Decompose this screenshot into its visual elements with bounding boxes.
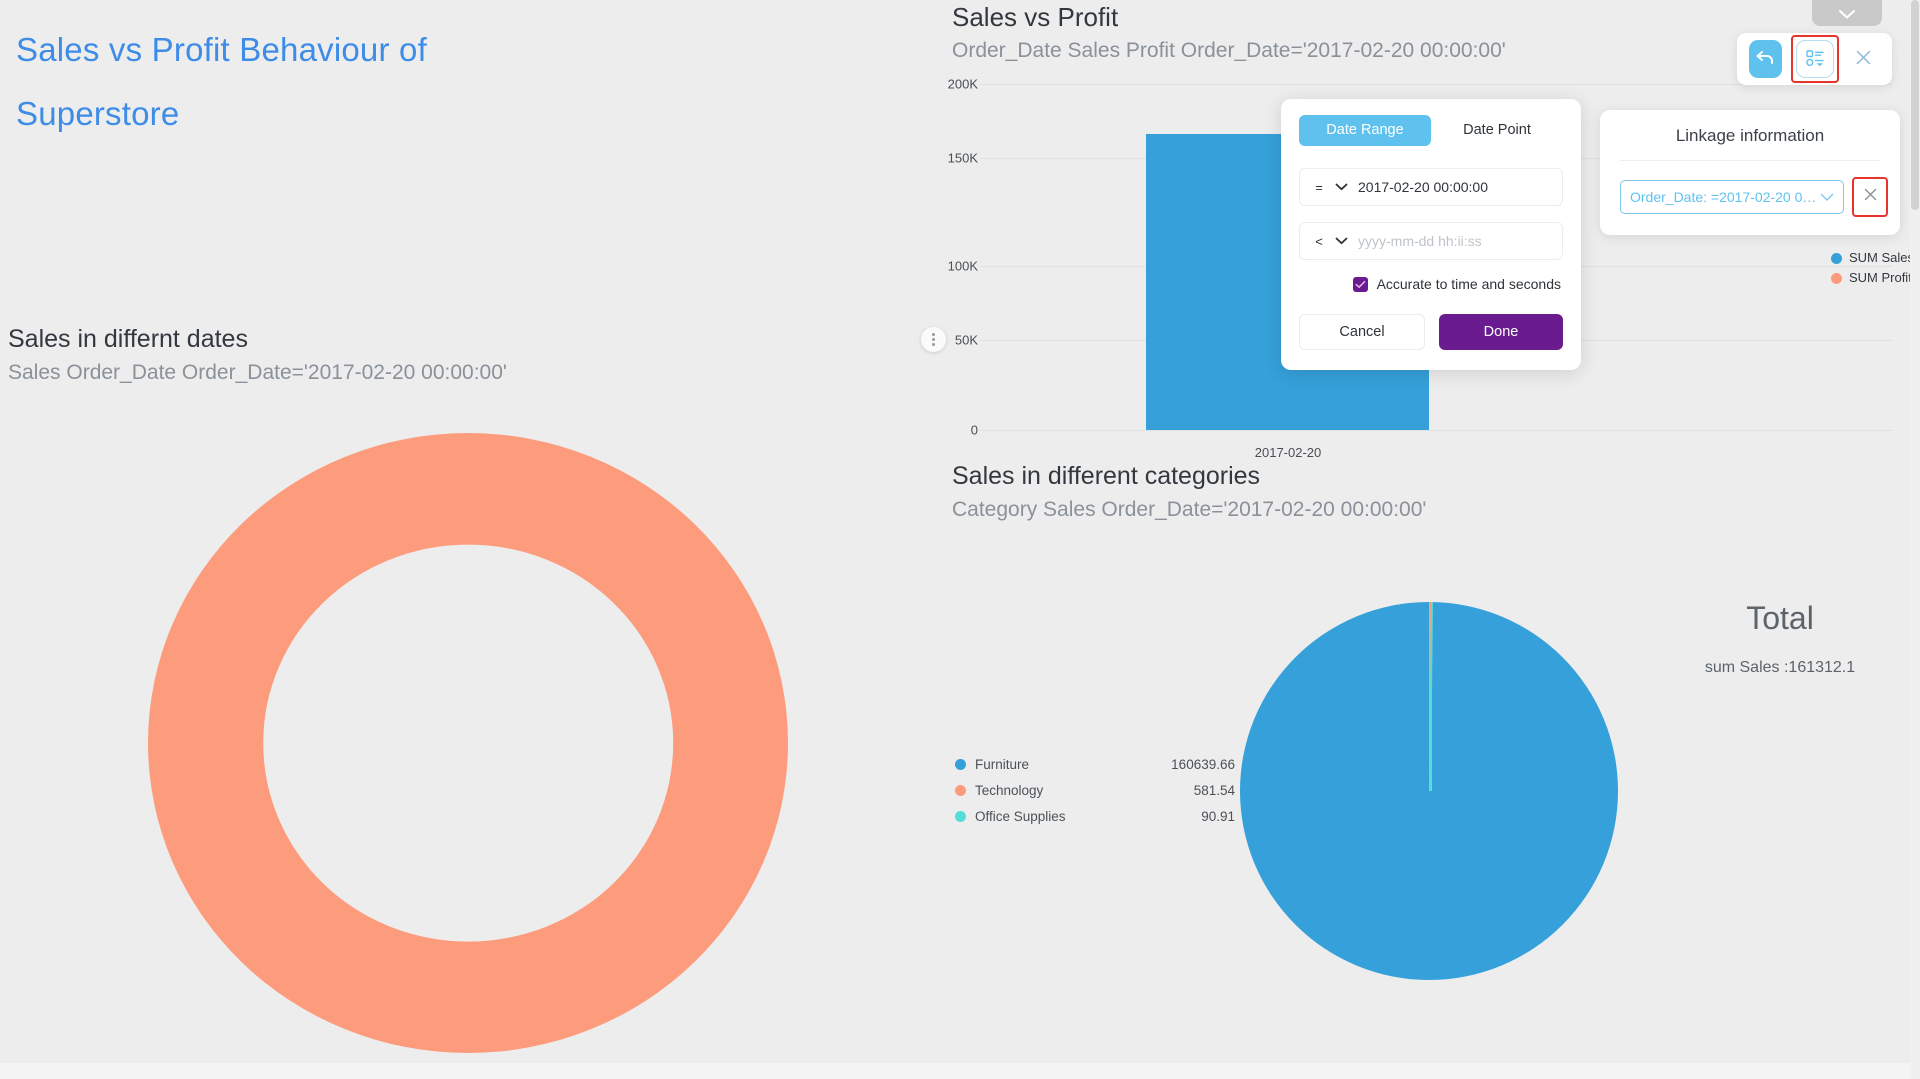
dot	[932, 338, 935, 341]
chevron-down-icon	[1820, 189, 1834, 205]
chevron-down-icon[interactable]	[1330, 183, 1352, 191]
linkage-settings-highlight	[1790, 35, 1839, 83]
legend-item-office-supplies[interactable]: Office Supplies 90.91	[955, 809, 1235, 824]
y-tick-label: 50K	[954, 332, 978, 348]
legend-value-furniture: 160639.66	[1171, 757, 1235, 772]
y-tick-label: 200K	[947, 76, 978, 92]
linkage-filter-row[interactable]: Order_Date: =2017-02-20 00:00:...	[1600, 161, 1900, 217]
tab-date-point[interactable]: Date Point	[1431, 115, 1563, 146]
legend-swatch-furniture	[955, 759, 966, 770]
bar-chart-legend[interactable]: SUM Sales SUM Profit	[1830, 248, 1914, 288]
legend-label-office-supplies: Office Supplies	[975, 809, 1066, 824]
y-tick-label: 150K	[947, 150, 978, 166]
linkage-remove-button[interactable]	[1857, 182, 1883, 212]
panel-sales-in-different-dates[interactable]: Sales in differnt dates Sales Order_Date…	[0, 325, 940, 1065]
linkage-settings-icon	[1805, 48, 1825, 71]
legend-swatch-sum-sales	[1830, 252, 1842, 264]
legend-item-furniture[interactable]: Furniture 160639.66	[955, 757, 1235, 772]
cancel-button[interactable]: Cancel	[1299, 314, 1425, 350]
bar-panel-title: Sales vs Profit	[952, 2, 1119, 32]
pie-chart[interactable]	[1240, 601, 1618, 980]
page-scrollbar[interactable]	[1910, 0, 1920, 1079]
linkage-filter-label: Order_Date: =2017-02-20 00:00:...	[1630, 189, 1820, 205]
panel-drag-handle[interactable]	[921, 327, 946, 352]
page-title: Sales vs Profit Behaviour of Superstore	[16, 31, 427, 133]
y-tick-label: 100K	[947, 258, 978, 274]
undo-arrow-icon	[1754, 48, 1776, 71]
accurate-to-seconds-row[interactable]: Accurate to time and seconds	[1299, 276, 1561, 292]
bottom-strip	[0, 1063, 1920, 1079]
chevron-down-icon[interactable]	[1330, 237, 1352, 245]
operator-label-2: <	[1315, 233, 1323, 249]
date-value-input-1[interactable]	[1352, 179, 1554, 195]
tab-date-range[interactable]: Date Range	[1299, 115, 1431, 146]
scrollbar-thumb[interactable]	[1911, 0, 1919, 210]
done-button[interactable]: Done	[1439, 314, 1563, 350]
legend-label-furniture: Furniture	[975, 757, 1030, 772]
date-dialog-tabs[interactable]: Date Range Date Point	[1299, 115, 1563, 146]
legend-label-sum-sales: SUM Sales	[1848, 250, 1914, 265]
dot	[932, 333, 935, 336]
date-condition-row-1[interactable]: =	[1299, 168, 1563, 206]
total-value: sum Sales :161312.1	[1704, 659, 1856, 676]
legend-label-technology: Technology	[975, 783, 1044, 798]
accurate-to-seconds-checkbox[interactable]	[1352, 276, 1368, 292]
donut-panel-title: Sales in differnt dates	[8, 325, 248, 353]
donut-panel-subtitle: Sales Order_Date Order_Date='2017-02-20 …	[8, 361, 507, 384]
legend-label-sum-profit: SUM Profit	[1848, 270, 1912, 286]
collapse-button[interactable]	[1812, 0, 1882, 26]
date-condition-row-2[interactable]: <	[1299, 222, 1563, 260]
panel-total[interactable]: Total sum Sales :161312.1	[1640, 600, 1920, 740]
legend-swatch-technology	[955, 785, 966, 796]
legend-swatch-office-supplies	[955, 811, 966, 822]
pie-panel-subtitle: Category Sales Order_Date='2017-02-20 00…	[952, 498, 1427, 521]
panel-sales-in-different-categories[interactable]: Sales in different categories Category S…	[940, 462, 1920, 1062]
legend-value-technology: 581.54	[1193, 783, 1235, 798]
linkage-filter-select[interactable]: Order_Date: =2017-02-20 00:00:...	[1620, 180, 1844, 214]
date-filter-dialog[interactable]: Date Range Date Point = < Accurate to ti…	[1281, 99, 1581, 370]
linkage-panel-title: Linkage information	[1675, 126, 1825, 145]
close-icon	[1855, 49, 1872, 69]
x-tick-label: 2017-02-20	[1254, 445, 1322, 460]
linkage-toolbar[interactable]	[1737, 33, 1892, 85]
chevron-down-icon	[1838, 9, 1856, 20]
legend-swatch-sum-profit	[1830, 272, 1842, 284]
donut-chart[interactable]	[148, 433, 788, 1053]
pie-panel-title: Sales in different categories	[952, 462, 1261, 490]
donut-slice-2017-02-20[interactable]	[148, 433, 788, 1053]
accurate-to-seconds-label: Accurate to time and seconds	[1376, 276, 1561, 292]
y-tick-label: 0	[970, 422, 978, 438]
legend-value-office-supplies: 90.91	[1201, 809, 1235, 824]
linkage-information-panel[interactable]: Linkage information Order_Date: =2017-02…	[1600, 110, 1900, 235]
legend-item-technology[interactable]: Technology 581.54	[955, 783, 1235, 798]
linkage-remove-highlight	[1852, 177, 1888, 217]
undo-button[interactable]	[1749, 40, 1782, 78]
close-icon	[1863, 187, 1878, 207]
legend-item-sum-sales[interactable]: SUM Sales	[1830, 248, 1914, 268]
close-toolbar-button[interactable]	[1848, 40, 1881, 78]
linkage-settings-button[interactable]	[1795, 40, 1834, 78]
operator-label-1: =	[1315, 179, 1323, 195]
dot	[932, 343, 935, 346]
check-icon	[1355, 276, 1366, 292]
date-dialog-actions[interactable]: Cancel Done	[1299, 314, 1563, 350]
total-title: Total	[1746, 600, 1814, 636]
pie-chart-legend[interactable]: Furniture 160639.66 Technology 581.54 Of…	[955, 757, 1235, 835]
legend-item-sum-profit[interactable]: SUM Profit	[1830, 268, 1914, 288]
date-value-input-2[interactable]	[1352, 233, 1554, 249]
